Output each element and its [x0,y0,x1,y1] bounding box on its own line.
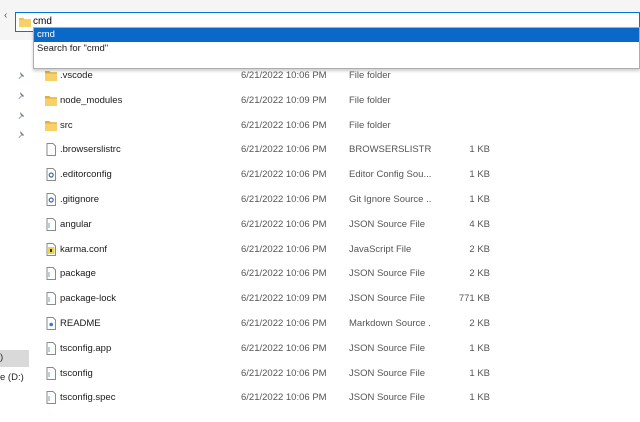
file-row[interactable]: README 6/21/2022 10:06 PM Markdown Sourc… [33,311,640,336]
file-name: .gitignore [60,193,100,205]
pin-icon[interactable] [17,71,27,81]
config-file-icon [46,168,56,182]
file-row[interactable]: tsconfig.spec 6/21/2022 10:06 PM JSON So… [33,385,640,410]
file-type: File folder [349,119,391,131]
file-type: JSON Source File [349,218,426,230]
file-date: 6/21/2022 10:06 PM [241,119,327,131]
suggestion-item[interactable]: Search for "cmd" [34,42,639,56]
file-size: 771 KB [458,293,490,305]
file-type: File folder [349,70,391,81]
file-date: 6/21/2022 10:06 PM [241,144,327,156]
back-chevron-icon[interactable]: ‹ [4,10,7,21]
file-name: node_modules [60,94,123,106]
json-file-icon [46,217,56,231]
file-type: JSON Source File [349,293,426,305]
file-row[interactable]: package 6/21/2022 10:06 PM JSON Source F… [33,261,640,286]
file-row[interactable]: node_modules 6/21/2022 10:09 PM File fol… [33,88,640,113]
file-size: 1 KB [469,193,490,205]
file-size: 2 KB [469,243,490,255]
file-date: 6/21/2022 10:06 PM [241,218,327,230]
file-date: 6/21/2022 10:06 PM [241,367,327,379]
json-file-icon [46,391,56,405]
file-type: Editor Config Sou... [349,169,431,181]
file-size: 2 KB [469,317,490,329]
folder-icon [45,71,57,81]
file-name: .editorconfig [60,169,112,181]
file-date: 6/21/2022 10:06 PM [241,169,327,181]
file-name: karma.conf [60,243,107,255]
address-suggestions-dropdown: cmd Search for "cmd" [33,27,640,69]
file-type: JavaScript File [349,243,412,255]
file-list: .vscode 6/21/2022 10:06 PM File folder n… [33,63,640,410]
file-date: 6/21/2022 10:06 PM [241,243,327,255]
folder-icon [45,95,57,106]
file-type: JSON Source File [349,367,426,379]
file-size: 2 KB [469,268,490,280]
file-name: tsconfig.spec [60,392,116,404]
file-name: package [60,268,96,280]
folder-icon [45,120,57,131]
file-row[interactable]: .gitignore 6/21/2022 10:06 PM Git Ignore… [33,187,640,212]
file-date: 6/21/2022 10:06 PM [241,392,327,404]
file-date: 6/21/2022 10:09 PM [241,293,327,305]
file-type: JSON Source File [349,342,426,354]
file-date: 6/21/2022 10:09 PM [241,94,327,106]
file-name: README [60,317,101,329]
json-file-icon [46,341,56,355]
file-date: 6/21/2022 10:06 PM [241,342,327,354]
file-size: 1 KB [469,342,490,354]
file-type: Markdown Source ... [349,317,431,329]
file-name: src [60,119,73,131]
file-name: angular [60,218,92,230]
folder-icon [19,18,31,27]
pin-icon[interactable] [17,91,27,101]
file-type: Git Ignore Source ... [349,193,431,205]
navigation-pane: ) e (D:) [0,40,33,422]
file-size: 1 KB [469,367,490,379]
file-row[interactable]: .editorconfig 6/21/2022 10:06 PM Editor … [33,162,640,187]
file-date: 6/21/2022 10:06 PM [241,193,327,205]
file-row[interactable]: karma.conf 6/21/2022 10:06 PM JavaScript… [33,237,640,262]
suggestion-item[interactable]: cmd [34,28,639,42]
file-row[interactable]: src 6/21/2022 10:06 PM File folder [33,113,640,138]
nav-item-selected[interactable] [0,350,29,367]
file-name: package-lock [60,293,116,305]
file-name: tsconfig [60,367,93,379]
json-file-icon [46,366,56,380]
file-type: File folder [349,94,391,106]
file-type: BROWSERSLISTRC ... [349,144,431,156]
config-file-icon [46,192,56,206]
file-size: 4 KB [469,218,490,230]
file-row[interactable]: tsconfig 6/21/2022 10:06 PM JSON Source … [33,361,640,386]
file-date: 6/21/2022 10:06 PM [241,317,327,329]
file-size: 1 KB [469,392,490,404]
markdown-file-icon [46,316,56,330]
pin-icon[interactable] [17,111,27,121]
file-icon [46,143,56,157]
file-row[interactable]: .browserslistrc 6/21/2022 10:06 PM BROWS… [33,137,640,162]
file-name: tsconfig.app [60,342,112,354]
file-type: JSON Source File [349,392,426,404]
json-file-icon [46,292,56,306]
file-type: JSON Source File [349,268,426,280]
file-row[interactable]: package-lock 6/21/2022 10:09 PM JSON Sou… [33,286,640,311]
nav-item-label[interactable]: ) [0,352,3,363]
pin-icon[interactable] [17,130,27,140]
file-row[interactable]: tsconfig.app 6/21/2022 10:06 PM JSON Sou… [33,336,640,361]
file-name: .vscode [60,70,93,81]
file-date: 6/21/2022 10:06 PM [241,70,327,81]
js-file-icon [46,242,56,256]
file-row[interactable]: angular 6/21/2022 10:06 PM JSON Source F… [33,212,640,237]
file-date: 6/21/2022 10:06 PM [241,268,327,280]
file-size: 1 KB [469,144,490,156]
file-name: .browserslistrc [60,144,121,156]
json-file-icon [46,267,56,281]
file-size: 1 KB [469,169,490,181]
nav-item-label[interactable]: e (D:) [0,372,24,383]
address-input-text[interactable]: cmd [33,16,52,27]
